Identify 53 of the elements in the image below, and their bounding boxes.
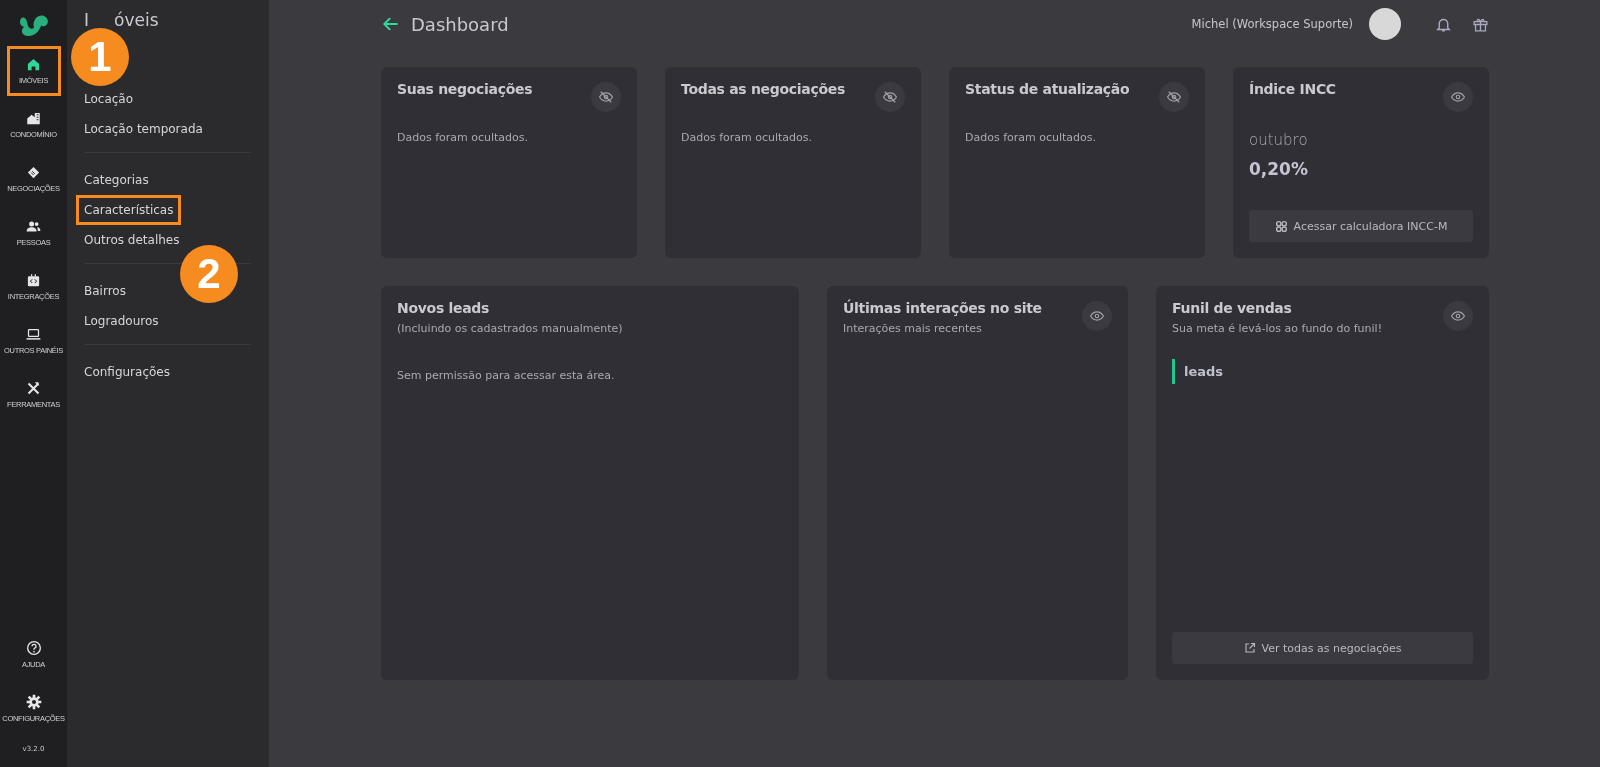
hide-toggle[interactable]: [591, 82, 621, 112]
external-link-icon: [1243, 642, 1256, 654]
show-toggle[interactable]: [1443, 301, 1473, 331]
eye-off-icon: [1167, 90, 1181, 104]
index-value: 0,20%: [1249, 159, 1309, 179]
card-title: Índice INCC: [1249, 81, 1336, 97]
submenu-item[interactable]: Bairros: [76, 276, 134, 306]
eye-off-icon: [599, 90, 613, 104]
section-title: óveis: [114, 12, 159, 29]
hidden-data-message: Dados foram ocultados.: [397, 131, 530, 144]
code-icon: [26, 273, 41, 288]
card-subtitle: (Incluindo os cadastrados manualmente): [397, 322, 624, 335]
submenu-item[interactable]: Configurações: [76, 357, 178, 387]
hide-toggle[interactable]: [875, 82, 905, 112]
hidden-data-message: Dados foram ocultados.: [965, 131, 1098, 144]
submenu-item[interactable]: Logradouros: [76, 306, 167, 336]
user-name: Michel (Workspace Suporte): [1191, 17, 1353, 31]
month-label: outubro: [1249, 131, 1309, 149]
submenu-item[interactable]: Locação: [76, 84, 142, 114]
hide-toggle[interactable]: [1159, 82, 1189, 112]
eye-icon: [1090, 309, 1104, 323]
eye-icon: [1451, 309, 1465, 323]
avatar[interactable]: [1369, 8, 1401, 40]
card-subtitle: Interações mais recentes: [843, 322, 983, 335]
card-title: Últimas interações no site: [843, 300, 1042, 316]
settings-icon: [25, 693, 42, 710]
permission-message: Sem permissão para acessar esta área.: [397, 369, 616, 382]
help-icon: [25, 639, 42, 656]
hidden-data-message: Dados foram ocultados.: [681, 131, 814, 144]
show-toggle[interactable]: [1443, 82, 1473, 112]
laptop-icon: [26, 327, 41, 342]
card-title: Status de atualização: [965, 81, 1130, 97]
calculator-button[interactable]: Acessar calculadora INCC-M: [1249, 210, 1473, 242]
eye-icon: [1451, 90, 1465, 104]
funnel-stage: leads: [1172, 359, 1233, 384]
card-title: Todas as negociações: [681, 81, 846, 97]
eye-off-icon: [883, 90, 897, 104]
view-deals-button[interactable]: Ver todas as negociações: [1172, 632, 1473, 664]
show-toggle[interactable]: [1082, 301, 1112, 331]
card-title: Novos leads: [397, 300, 490, 316]
submenu-item[interactable]: Categorias: [76, 165, 157, 195]
people-icon: [26, 219, 41, 234]
section-title: I: [84, 12, 89, 29]
page-title: Dashboard: [411, 13, 510, 35]
submenu-item[interactable]: Locação temporada: [76, 114, 211, 144]
card-subtitle: Sua meta é levá-los ao fundo do funil!: [1172, 322, 1384, 335]
house-icon: [26, 57, 41, 72]
card-title: Suas negociações: [397, 81, 533, 97]
tools-icon: [26, 381, 41, 396]
card-title: Funil de vendas: [1172, 300, 1292, 316]
submenu-item[interactable]: Características: [76, 195, 182, 225]
building-icon: [26, 111, 41, 126]
grid-icon: [1274, 219, 1288, 233]
